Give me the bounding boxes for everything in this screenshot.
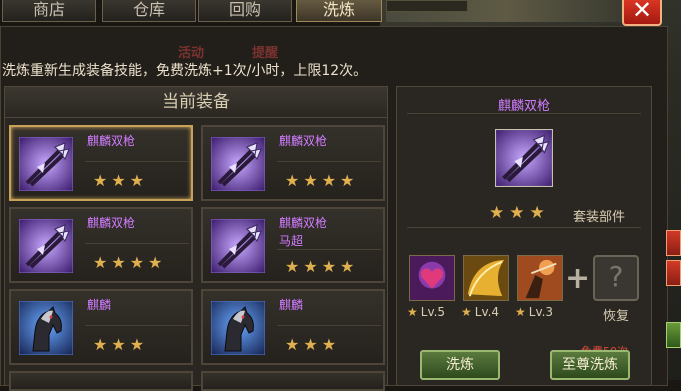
twin-spear-icon [19, 137, 73, 191]
equipment-card-partial[interactable] [201, 371, 385, 391]
skill-level: ★ Lv.5 [407, 305, 446, 319]
tab-shop[interactable]: 商店 [2, 0, 96, 22]
ghost-text-reminder: 提醒 [252, 46, 279, 61]
star-rating: ★★★ [285, 335, 341, 354]
equipment-panel: 当前装备 麒麟双枪 ★★★ 麒麟双枪 ★★★★ 麒麟双枪 ★★★★ 麒麟双枪 马… [4, 86, 388, 391]
detail-panel: 麒麟双枪 ★★★ 套装部件 ★Lv.5 ★Lv.4 ★Lv.3 + ? 恢复 免… [396, 86, 652, 386]
twin-spear-icon [211, 137, 265, 191]
wash-button[interactable]: 洗炼 [420, 350, 500, 380]
side-tab-red[interactable] [666, 260, 681, 286]
heart-skill-icon[interactable] [409, 255, 455, 301]
background-badge [386, 0, 468, 12]
twin-spear-icon [19, 219, 73, 273]
skill-level: ★ Lv.4 [461, 305, 500, 319]
question-icon: ? [608, 260, 624, 293]
equipment-card[interactable]: 麒麟双枪 ★★★ [9, 125, 193, 201]
tab-buyback[interactable]: 回购 [198, 0, 292, 22]
horse-icon [211, 301, 265, 355]
tab-warehouse[interactable]: 仓库 [102, 0, 196, 22]
star-rating: ★★★★ [93, 253, 167, 272]
refine-notice: 洗炼重新生成装备技能，免费洗炼+1次/小时，上限12次。 [2, 63, 368, 79]
close-icon: ✕ [631, 0, 653, 24]
skill-level: ★ Lv.3 [515, 305, 554, 319]
side-tab-green[interactable] [666, 322, 681, 348]
close-button[interactable]: ✕ [622, 0, 662, 26]
horse-icon [19, 301, 73, 355]
equipment-card[interactable]: 麒麟双枪 ★★★★ [9, 207, 193, 283]
equipment-card-partial[interactable] [9, 371, 193, 391]
equipment-card[interactable]: 麒麟 ★★★ [9, 289, 193, 365]
side-tab-red[interactable] [666, 230, 681, 256]
star-rating: ★★★★ [285, 171, 359, 190]
equipment-name: 麒麟双枪 [87, 216, 136, 230]
equipment-name: 麒麟 [87, 298, 112, 312]
equipment-panel-title: 当前装备 [5, 87, 387, 118]
premium-wash-button[interactable]: 至尊洗炼 [550, 350, 630, 380]
star-rating: ★★★ [93, 335, 149, 354]
equipment-name: 麒麟 [279, 298, 304, 312]
twin-spear-icon [211, 219, 265, 273]
star-rating: ★★★★ [285, 257, 359, 276]
warrior-skill-icon[interactable] [517, 255, 563, 301]
restore-label: 恢复 [603, 309, 630, 324]
twin-spear-icon [495, 129, 553, 187]
equipment-name: 麒麟双枪 [87, 134, 136, 148]
tab-refine[interactable]: 洗炼 [296, 0, 382, 22]
star-rating: ★★★ [93, 171, 149, 190]
equipment-name: 麒麟双枪 [279, 134, 328, 148]
equipment-name: 麒麟双枪 [279, 216, 328, 230]
ghost-text-activity: 活动 [178, 46, 205, 61]
equipment-owner: 马超 [279, 234, 304, 248]
shield-skill-icon[interactable] [463, 255, 509, 301]
set-part-label: 套装部件 [573, 210, 626, 225]
detail-item-name: 麒麟双枪 [497, 99, 550, 114]
detail-star-rating: ★★★ [489, 203, 550, 223]
equipment-card[interactable]: 麒麟双枪 ★★★★ [201, 125, 385, 201]
equipment-card[interactable]: 麒麟 ★★★ [201, 289, 385, 365]
plus-icon: + [565, 261, 591, 296]
equipment-card[interactable]: 麒麟双枪 马超 ★★★★ [201, 207, 385, 283]
empty-skill-slot[interactable]: ? [593, 255, 639, 301]
